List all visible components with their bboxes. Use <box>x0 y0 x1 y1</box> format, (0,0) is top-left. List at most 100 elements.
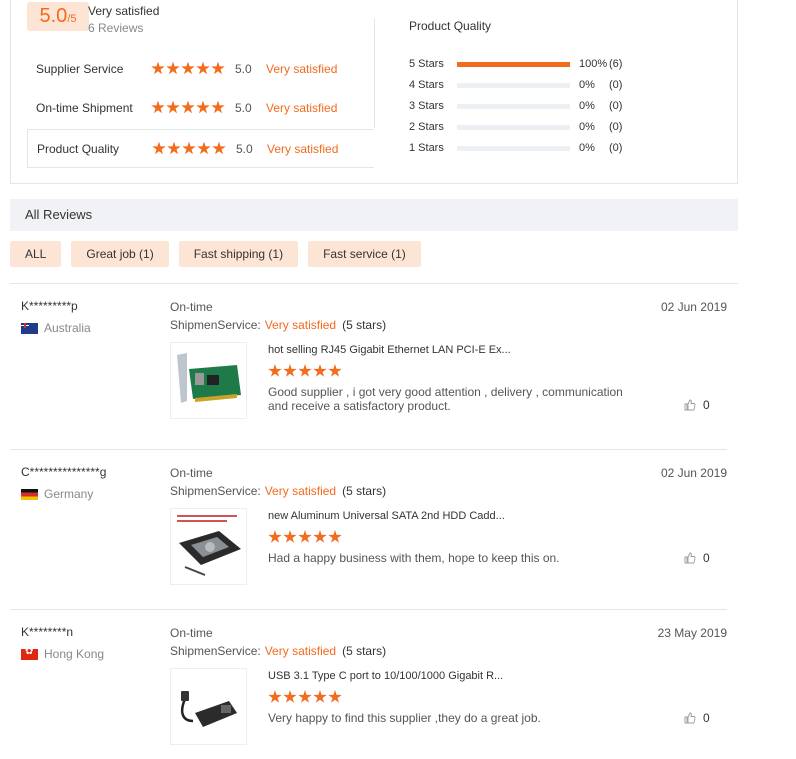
review-stars <box>268 690 342 704</box>
like-button[interactable]: 0 <box>684 551 710 565</box>
product-title-link[interactable]: hot selling RJ45 Gigabit Ethernet LAN PC… <box>268 344 511 356</box>
divider <box>10 283 738 284</box>
filter-fast-service-button[interactable]: Fast service (1) <box>308 241 421 267</box>
star-icon <box>212 141 226 155</box>
service-label: ShipmenService: <box>170 318 261 332</box>
thumbs-up-icon <box>684 552 696 564</box>
rating-row-supplier-service[interactable]: Supplier Service 5.0 Very satisfied <box>27 49 374 88</box>
rating-label: Product Quality <box>37 141 120 156</box>
score-badge: 5.0/5 <box>27 2 89 31</box>
distribution-bar <box>457 124 570 130</box>
star-icon <box>151 61 165 75</box>
star-icon <box>268 690 282 703</box>
distribution-count: (6) <box>609 58 623 70</box>
star-icon <box>313 364 327 377</box>
star-icon <box>182 141 196 155</box>
star-icon <box>211 100 225 114</box>
rating-stars <box>152 141 236 156</box>
distribution-percent: 0% <box>579 142 595 154</box>
distribution-row: 2 Stars 0% (0) <box>409 120 639 134</box>
usb-adapter-image <box>171 669 246 744</box>
review-text: Had a happy business with them, hope to … <box>268 551 560 565</box>
reviewer-name: C***************g <box>21 465 107 479</box>
distribution-title: Product Quality <box>409 19 492 33</box>
star-icon <box>298 364 312 377</box>
service-label: ShipmenService: <box>170 484 261 498</box>
star-icon <box>313 690 327 703</box>
all-reviews-header: All Reviews <box>10 199 738 231</box>
reviewer-name: K*********p <box>21 299 78 313</box>
filter-fast-shipping-button[interactable]: Fast shipping (1) <box>178 241 299 267</box>
rating-text: Very satisfied <box>267 141 339 156</box>
service-rating-line: ShipmenService: Very satisfied (5 stars) <box>170 644 386 658</box>
shipment-label: On-time <box>170 300 213 314</box>
rating-text: Very satisfied <box>266 100 338 115</box>
product-thumbnail[interactable] <box>170 668 247 745</box>
review-date: 02 Jun 2019 <box>660 300 727 314</box>
star-icon <box>328 364 342 377</box>
distribution-label: 4 Stars <box>409 79 444 91</box>
divider <box>10 449 727 450</box>
distribution-row: 5 Stars 100% (6) <box>409 57 639 71</box>
filter-all-button[interactable]: ALL <box>10 241 62 267</box>
star-icon <box>151 100 165 114</box>
star-icon <box>196 100 210 114</box>
thumbs-up-icon <box>684 712 696 724</box>
thumbs-up-icon <box>684 399 696 411</box>
star-icon <box>181 100 195 114</box>
stars-count-text: (5 stars) <box>342 644 387 658</box>
rating-score: 5.0 <box>235 100 252 115</box>
reviewer-name: K********n <box>21 625 74 639</box>
review-filters: ALL Great job (1) Fast shipping (1) Fast… <box>10 241 421 267</box>
service-rating-line: ShipmenService: Very satisfied (5 stars) <box>170 318 386 332</box>
service-rating-line: ShipmenService: Very satisfied (5 stars) <box>170 484 386 498</box>
reviewer-country: Germany <box>21 487 93 501</box>
star-icon <box>196 61 210 75</box>
star-icon <box>298 690 312 703</box>
hdd-caddy-image <box>171 509 246 584</box>
service-label: ShipmenService: <box>170 644 261 658</box>
distribution-fill <box>457 61 570 67</box>
star-icon <box>313 530 327 543</box>
like-button[interactable]: 0 <box>684 398 710 412</box>
product-thumbnail[interactable] <box>170 508 247 585</box>
distribution-bar <box>457 61 570 67</box>
star-icon <box>268 364 282 377</box>
review-text: Good supplier , i got very good attentio… <box>268 385 623 413</box>
rating-row-product-quality[interactable]: Product Quality 5.0 Very satisfied <box>27 129 374 168</box>
shipment-label: On-time <box>170 626 213 640</box>
product-title-link[interactable]: USB 3.1 Type C port to 10/100/1000 Gigab… <box>268 670 503 682</box>
filter-great-job-button[interactable]: Great job (1) <box>71 241 169 267</box>
like-count: 0 <box>703 551 710 565</box>
distribution-bar <box>457 82 570 88</box>
overall-score: 5.0 <box>39 5 68 27</box>
distribution-count: (0) <box>609 121 623 133</box>
distribution-count: (0) <box>609 100 623 112</box>
distribution-percent: 0% <box>579 79 595 91</box>
product-title-link[interactable]: new Aluminum Universal SATA 2nd HDD Cadd… <box>268 510 505 522</box>
rating-stars <box>151 100 235 115</box>
product-thumbnail[interactable] <box>170 342 247 419</box>
star-icon <box>283 690 297 703</box>
star-icon <box>166 100 180 114</box>
distribution-count: (0) <box>609 142 623 154</box>
satisfaction-text: Very satisfied <box>264 318 337 332</box>
distribution-label: 1 Stars <box>409 142 444 154</box>
rating-row-on-time-shipment[interactable]: On-time Shipment 5.0 Very satisfied <box>27 88 374 127</box>
review-stars <box>268 364 342 378</box>
shipment-label: On-time <box>170 466 213 480</box>
country-name: Hong Kong <box>44 647 105 661</box>
reviewer-country: Hong Kong <box>21 647 104 661</box>
divider <box>374 18 375 128</box>
distribution-count: (0) <box>609 79 623 91</box>
distribution-percent: 100% <box>579 58 608 70</box>
review-text: Very happy to find this supplier ,they d… <box>268 711 541 725</box>
like-button[interactable]: 0 <box>684 711 710 725</box>
review-date: 23 May 2019 <box>657 626 727 640</box>
star-icon <box>166 61 180 75</box>
rating-stars <box>151 61 235 76</box>
australia-flag-icon <box>21 322 38 334</box>
star-icon <box>167 141 181 155</box>
stars-count-text: (5 stars) <box>342 318 387 332</box>
distribution-label: 5 Stars <box>409 58 444 70</box>
